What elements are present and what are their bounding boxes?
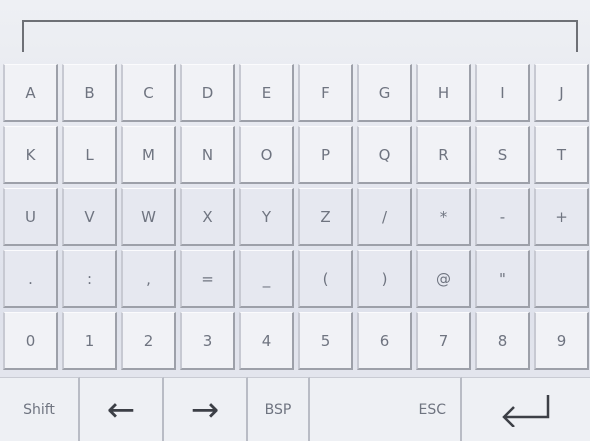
key-a[interactable]: A xyxy=(3,64,58,122)
backspace-button[interactable]: BSP xyxy=(248,377,310,441)
key-row-3: U V W X Y Z / * - + xyxy=(0,188,590,250)
cursor-right-button[interactable]: → xyxy=(164,377,248,441)
left-arrow-icon: ← xyxy=(106,389,136,430)
key-row-1: A B C D E F G H I J xyxy=(0,64,590,126)
key-2[interactable]: 2 xyxy=(121,312,176,370)
key-5[interactable]: 5 xyxy=(298,312,353,370)
key-at[interactable]: @ xyxy=(416,250,471,308)
enter-button[interactable] xyxy=(462,377,590,441)
cursor-left-button[interactable]: ← xyxy=(80,377,164,441)
key-0[interactable]: 0 xyxy=(3,312,58,370)
key-equals[interactable]: = xyxy=(180,250,235,308)
key-n[interactable]: N xyxy=(180,126,235,184)
key-o[interactable]: O xyxy=(239,126,294,184)
key-w[interactable]: W xyxy=(121,188,176,246)
key-minus[interactable]: - xyxy=(475,188,530,246)
key-r[interactable]: R xyxy=(416,126,471,184)
bottom-key-row: Shift ← → BSP ESC xyxy=(0,377,590,441)
key-6[interactable]: 6 xyxy=(357,312,412,370)
key-z[interactable]: Z xyxy=(298,188,353,246)
shift-button[interactable]: Shift xyxy=(0,377,80,441)
key-row-4: . : , = _ ( ) @ " xyxy=(0,250,590,312)
key-c[interactable]: C xyxy=(121,64,176,122)
key-y[interactable]: Y xyxy=(239,188,294,246)
key-8[interactable]: 8 xyxy=(475,312,530,370)
key-u[interactable]: U xyxy=(3,188,58,246)
key-comma[interactable]: , xyxy=(121,250,176,308)
key-colon[interactable]: : xyxy=(62,250,117,308)
key-g[interactable]: G xyxy=(357,64,412,122)
right-arrow-icon: → xyxy=(190,389,220,430)
key-b[interactable]: B xyxy=(62,64,117,122)
key-open-paren[interactable]: ( xyxy=(298,250,353,308)
key-blank[interactable] xyxy=(534,250,589,308)
keyboard-screen: A B C D E F G H I J K L M N O P Q R S T … xyxy=(0,0,590,441)
key-k[interactable]: K xyxy=(3,126,58,184)
enter-icon xyxy=(496,393,556,427)
key-quote[interactable]: " xyxy=(475,250,530,308)
key-asterisk[interactable]: * xyxy=(416,188,471,246)
key-row-2: K L M N O P Q R S T xyxy=(0,126,590,188)
key-period[interactable]: . xyxy=(3,250,58,308)
key-m[interactable]: M xyxy=(121,126,176,184)
key-9[interactable]: 9 xyxy=(534,312,589,370)
bsp-label: BSP xyxy=(264,401,292,418)
key-1[interactable]: 1 xyxy=(62,312,117,370)
key-q[interactable]: Q xyxy=(357,126,412,184)
text-input-box[interactable] xyxy=(22,20,580,54)
key-l[interactable]: L xyxy=(62,126,117,184)
key-t[interactable]: T xyxy=(534,126,589,184)
key-7[interactable]: 7 xyxy=(416,312,471,370)
key-3[interactable]: 3 xyxy=(180,312,235,370)
text-input[interactable] xyxy=(24,22,580,54)
key-s[interactable]: S xyxy=(475,126,530,184)
key-plus[interactable]: + xyxy=(534,188,589,246)
key-j[interactable]: J xyxy=(534,64,589,122)
shift-label: Shift xyxy=(23,401,55,418)
key-x[interactable]: X xyxy=(180,188,235,246)
key-underscore[interactable]: _ xyxy=(239,250,294,308)
key-e[interactable]: E xyxy=(239,64,294,122)
key-f[interactable]: F xyxy=(298,64,353,122)
key-grid: A B C D E F G H I J K L M N O P Q R S T … xyxy=(0,64,590,374)
key-p[interactable]: P xyxy=(298,126,353,184)
key-close-paren[interactable]: ) xyxy=(357,250,412,308)
key-slash[interactable]: / xyxy=(357,188,412,246)
escape-button[interactable]: ESC xyxy=(310,377,462,441)
key-d[interactable]: D xyxy=(180,64,235,122)
key-4[interactable]: 4 xyxy=(239,312,294,370)
esc-label: ESC xyxy=(418,401,446,418)
key-v[interactable]: V xyxy=(62,188,117,246)
key-h[interactable]: H xyxy=(416,64,471,122)
key-i[interactable]: I xyxy=(475,64,530,122)
key-row-5: 0 1 2 3 4 5 6 7 8 9 xyxy=(0,312,590,374)
